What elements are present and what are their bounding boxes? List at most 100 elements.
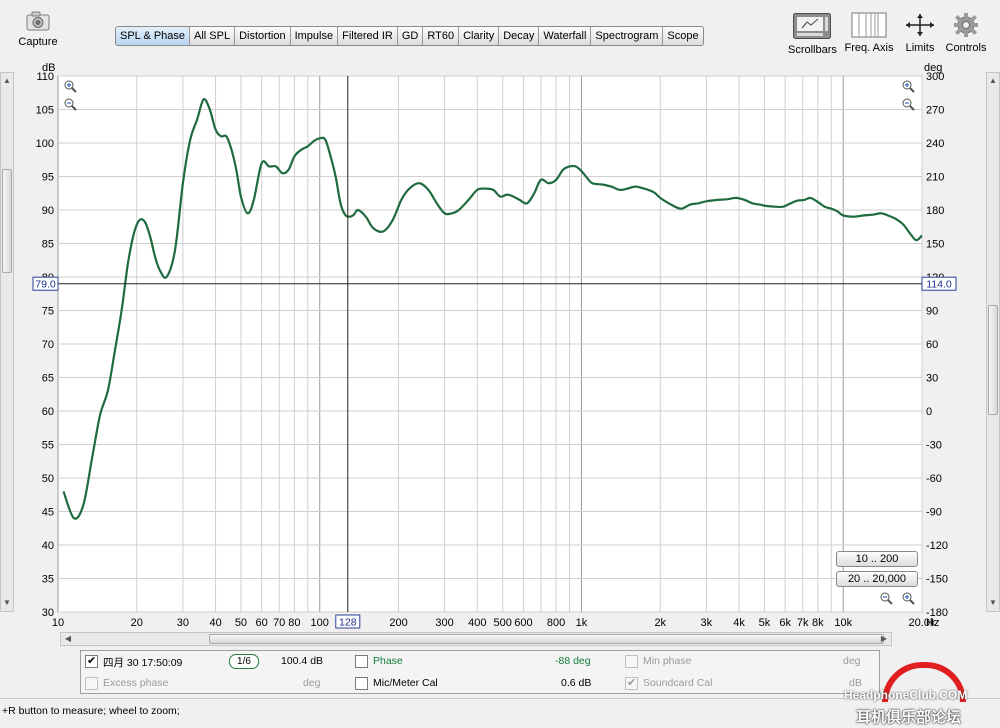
cursor-right-value: 114.0	[926, 279, 952, 291]
x-tick-label: 70	[273, 617, 285, 629]
min-phase-label: Min phase	[643, 655, 692, 667]
tab-spectrogram[interactable]: Spectrogram	[591, 27, 664, 45]
y-tick-label: 105	[36, 105, 54, 117]
soundcard-cal-checkbox[interactable]: ✔	[625, 677, 638, 690]
gear-icon	[953, 12, 979, 38]
x-tick-label: 10	[52, 617, 64, 629]
y-tick-label: 85	[42, 239, 54, 251]
excess-phase-unit: deg	[303, 677, 321, 689]
excess-phase-label: Excess phase	[103, 677, 169, 689]
y2-tick-label: 180	[926, 205, 944, 217]
tab-distortion[interactable]: Distortion	[235, 27, 291, 45]
x-tick-label: 30	[177, 617, 189, 629]
camera-icon	[24, 10, 52, 32]
scrollbars-button[interactable]: Scrollbars	[788, 12, 837, 56]
horizontal-scrollbar[interactable]: ◀ ▶	[60, 632, 892, 646]
mic-cal-value: 0.6 dB	[561, 677, 592, 689]
y2-tick-label: 60	[926, 339, 938, 351]
x-tick-label: 6k	[779, 617, 791, 629]
toolbar: Capture SPL & Phase All SPL Distortion Impu…	[0, 0, 1000, 62]
phase-checkbox[interactable]	[355, 655, 368, 668]
x-tick-label: 50	[235, 617, 247, 629]
tab-filtered-ir[interactable]: Filtered IR	[338, 27, 398, 45]
y-tick-label: 100	[36, 138, 54, 150]
limits-icon	[903, 12, 937, 38]
y-tick-label: 90	[42, 205, 54, 217]
y2-tick-label: 240	[926, 138, 944, 150]
view-tabs: SPL & Phase All SPL Distortion Impulse Filte…	[115, 26, 704, 46]
y2-tick-label: 150	[926, 239, 944, 251]
y-tick-label: 70	[42, 339, 54, 351]
measurement-info-panel: ✔ 四月 30 17:50:09 1/6 100.4 dB Phase -88 …	[80, 650, 880, 694]
scrollbars-label: Scrollbars	[788, 44, 837, 56]
capture-button[interactable]: Capture	[16, 10, 60, 48]
freq-axis-button[interactable]: Freq. Axis	[842, 12, 896, 54]
y-tick-label: 55	[42, 440, 54, 452]
freq-axis-label: Freq. Axis	[844, 42, 894, 54]
tab-decay[interactable]: Decay	[499, 27, 540, 45]
x-tick-label: 500	[494, 617, 512, 629]
status-text: +R button to measure; wheel to zoom;	[2, 705, 180, 717]
horizontal-scroll-thumb[interactable]	[209, 634, 884, 644]
min-phase-checkbox[interactable]	[625, 655, 638, 668]
mic-cal-label: Mic/Meter Cal	[373, 677, 438, 689]
x-tick-label: 10k	[834, 617, 852, 629]
x-tick-label: 300	[435, 617, 453, 629]
tab-gd[interactable]: GD	[398, 27, 424, 45]
x-tick-label: 80	[288, 617, 300, 629]
range-20-20000-button[interactable]: 20 .. 20,000	[836, 571, 918, 587]
tab-clarity[interactable]: Clarity	[459, 27, 500, 45]
mic-cal-checkbox[interactable]	[355, 677, 368, 690]
x-tick-label: 600	[514, 617, 532, 629]
y2-tick-label: 0	[926, 406, 932, 418]
y-tick-label: 60	[42, 406, 54, 418]
scroll-right-arrow-icon[interactable]: ▶	[878, 633, 890, 645]
watermark-logo: HeadphoneClub.COM 耳机俱乐部论坛	[842, 660, 1000, 726]
x-tick-label: 2k	[654, 617, 666, 629]
measurement-visible-checkbox[interactable]: ✔	[85, 655, 98, 668]
tab-spl-phase[interactable]: SPL & Phase	[116, 27, 191, 45]
scroll-left-arrow-icon[interactable]: ◀	[62, 633, 74, 645]
y2-tick-label: 30	[926, 373, 938, 385]
watermark-line2: 耳机俱乐部论坛	[856, 709, 962, 726]
range-10-200-button[interactable]: 10 .. 200	[836, 551, 918, 567]
phase-label: Phase	[373, 655, 403, 667]
x-tick-label: 40	[209, 617, 221, 629]
y2-tick-label: 270	[926, 105, 944, 117]
x-tick-label: 20	[131, 617, 143, 629]
y2-tick-label: 90	[926, 306, 938, 318]
left-axis-unit: dB	[42, 62, 55, 74]
x-tick-label: 5k	[759, 617, 771, 629]
excess-phase-checkbox[interactable]	[85, 677, 98, 690]
scrollbars-icon	[792, 12, 832, 40]
x-tick-label: 800	[547, 617, 565, 629]
controls-label: Controls	[945, 42, 987, 54]
controls-button[interactable]: Controls	[944, 12, 988, 54]
spl-phase-graph[interactable]: 3035404550556065707580859095100105110 -1…	[0, 58, 1000, 636]
measurement-name: 四月 30 17:50:09	[103, 657, 183, 669]
cursor-left-value: 79.0	[35, 279, 56, 291]
x-tick-label: 3k	[701, 617, 713, 629]
tab-scope[interactable]: Scope	[663, 27, 702, 45]
x-tick-label: 60	[256, 617, 268, 629]
tab-rt60[interactable]: RT60	[423, 27, 460, 45]
tab-impulse[interactable]: Impulse	[291, 27, 339, 45]
x-tick-label: 100	[311, 617, 329, 629]
y-tick-label: 50	[42, 473, 54, 485]
y-tick-label: 45	[42, 507, 54, 519]
soundcard-cal-label: Soundcard Cal	[643, 677, 713, 689]
y2-tick-label: -120	[926, 540, 948, 552]
limits-button[interactable]: Limits	[900, 12, 940, 54]
phase-value: -88 deg	[555, 655, 591, 667]
x-tick-label: 4k	[733, 617, 745, 629]
y2-tick-label: -150	[926, 574, 948, 586]
y2-tick-label: 210	[926, 172, 944, 184]
y-tick-label: 40	[42, 540, 54, 552]
tab-waterfall[interactable]: Waterfall	[539, 27, 592, 45]
tab-all-spl[interactable]: All SPL	[190, 27, 236, 45]
y-tick-label: 35	[42, 574, 54, 586]
x-axis-unit: Hz	[926, 617, 939, 629]
graph-svg[interactable]: 3035404550556065707580859095100105110 -1…	[0, 58, 1000, 636]
y-tick-label: 65	[42, 373, 54, 385]
smoothing-selector[interactable]: 1/6	[229, 654, 259, 669]
